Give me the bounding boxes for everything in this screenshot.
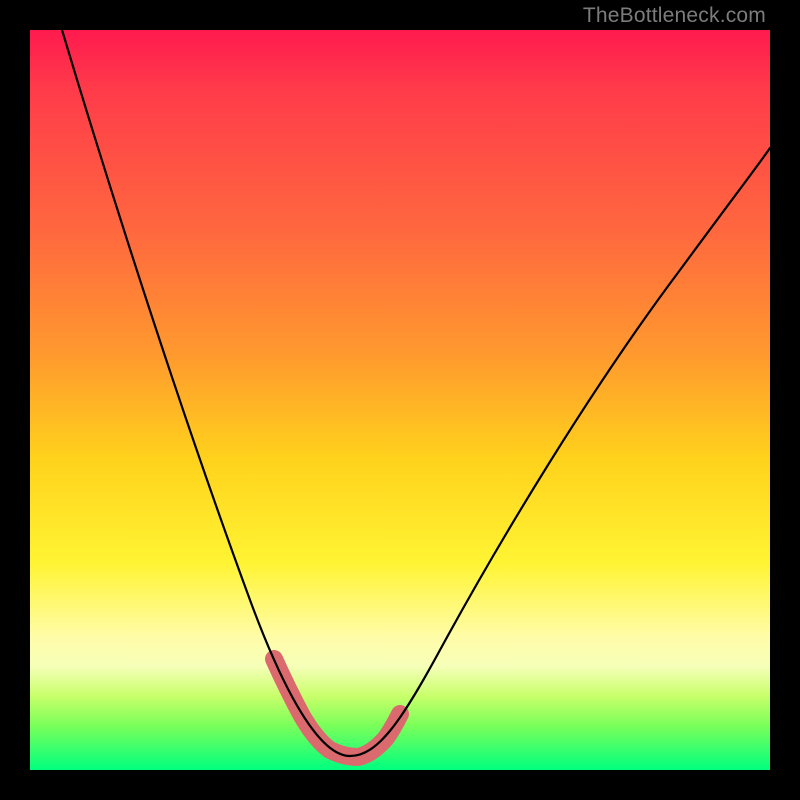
- chart-frame: TheBottleneck.com: [0, 0, 800, 800]
- chart-svg: [30, 30, 770, 770]
- sweet-spot-band: [274, 659, 400, 757]
- bottleneck-curve: [62, 30, 770, 756]
- plot-area: [30, 30, 770, 770]
- watermark-text: TheBottleneck.com: [583, 4, 766, 28]
